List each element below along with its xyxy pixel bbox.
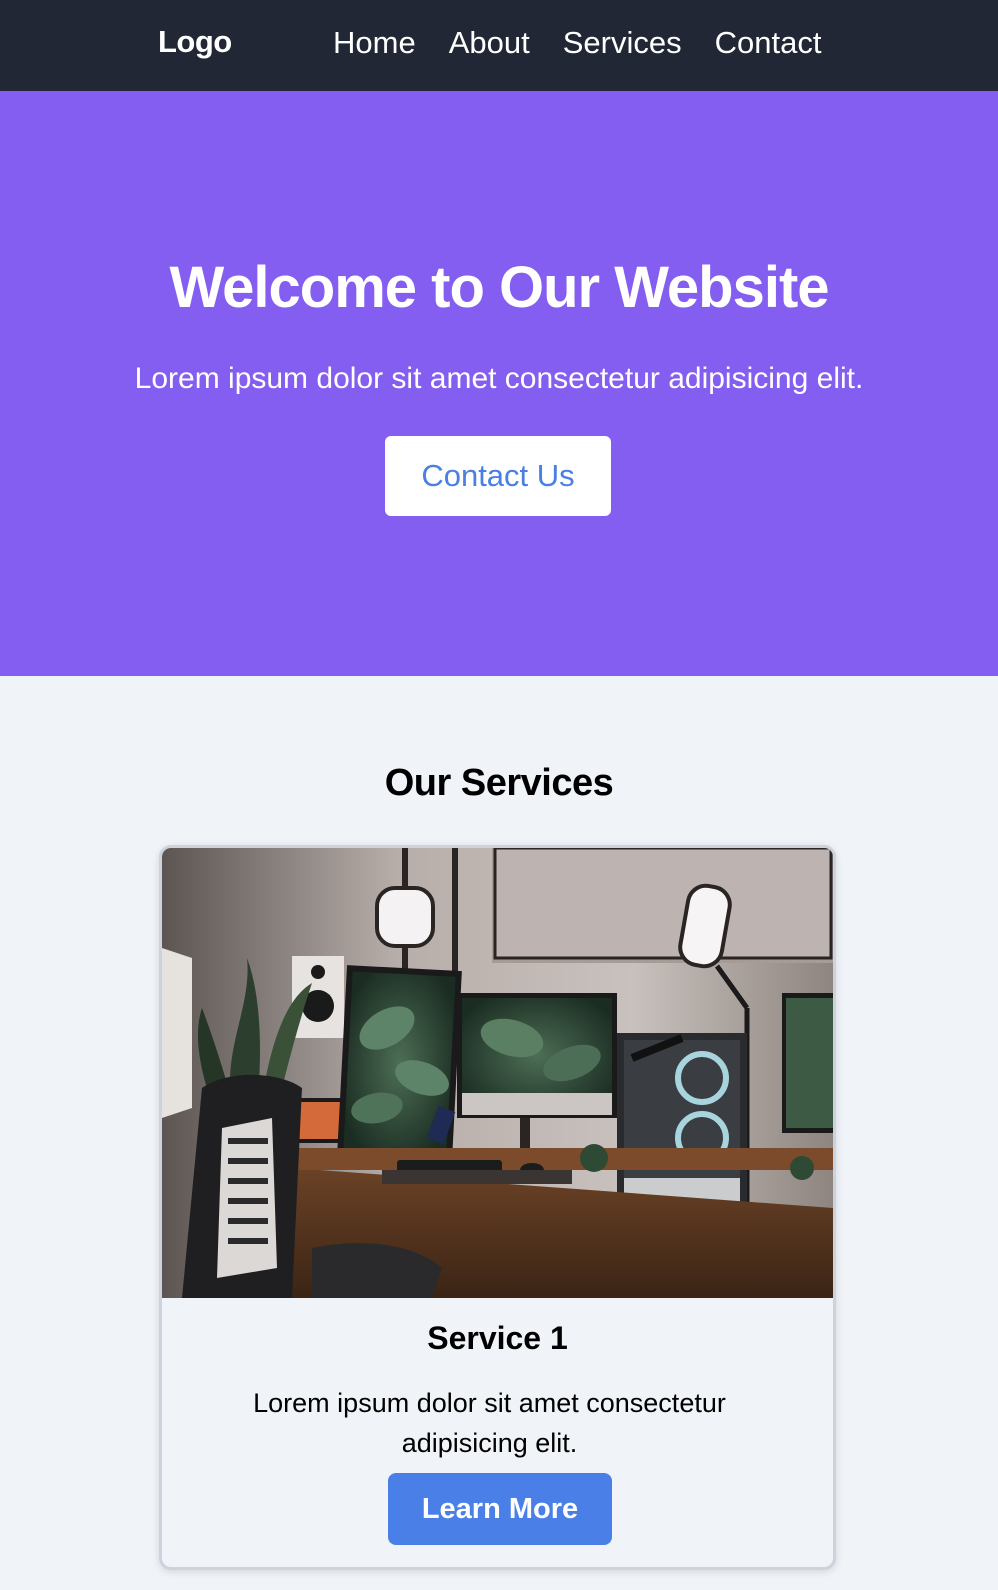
nav-links: Home About Services Contact bbox=[333, 25, 821, 61]
learn-more-button[interactable]: Learn More bbox=[388, 1473, 612, 1545]
service-card-title: Service 1 bbox=[427, 1320, 568, 1356]
service-card: Service 1 Lorem ipsum dolor sit amet con… bbox=[159, 845, 836, 1570]
hero-title: Welcome to Our Website bbox=[169, 255, 829, 320]
services-title: Our Services bbox=[384, 762, 614, 804]
logo[interactable]: Logo bbox=[158, 24, 232, 60]
nav-link-contact[interactable]: Contact bbox=[715, 25, 822, 61]
service-image bbox=[162, 848, 833, 1298]
nav-link-home[interactable]: Home bbox=[333, 25, 416, 61]
hero-section: Welcome to Our Website Lorem ipsum dolor… bbox=[0, 91, 998, 676]
navbar: Logo Home About Services Contact bbox=[0, 0, 998, 91]
service-card-text: Lorem ipsum dolor sit amet consectetur a… bbox=[253, 1388, 726, 1458]
nav-link-about[interactable]: About bbox=[449, 25, 530, 61]
contact-us-button[interactable]: Contact Us bbox=[385, 436, 611, 516]
hero-subtitle: Lorem ipsum dolor sit amet consectetur a… bbox=[134, 362, 864, 395]
nav-link-services[interactable]: Services bbox=[563, 25, 682, 61]
